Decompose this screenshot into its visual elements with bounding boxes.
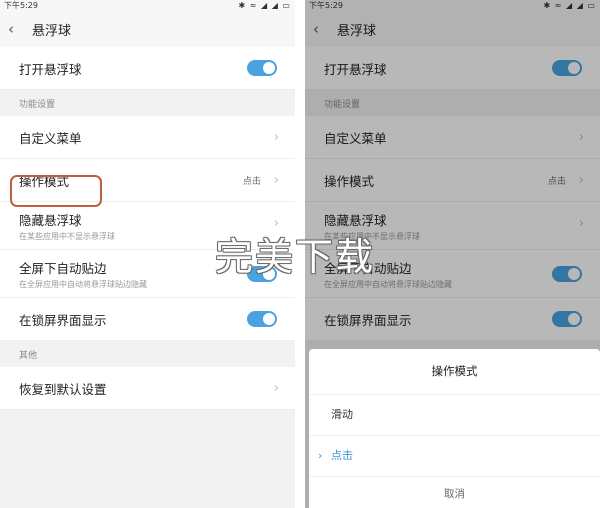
row-restore-default[interactable]: 恢复到默认设置 ›	[0, 367, 295, 410]
row-label: 打开悬浮球	[19, 61, 82, 77]
row-label: 自定义菜单	[19, 130, 82, 146]
back-arrow-icon[interactable]: ‹	[8, 20, 26, 38]
page-title: 悬浮球	[32, 23, 72, 39]
title-bar: ‹ 悬浮球	[0, 11, 295, 47]
status-time: 下午5:29	[4, 1, 38, 10]
row-sublabel: 在全屏应用中自动将悬浮球贴边隐藏	[19, 279, 147, 289]
option-label: 点击	[331, 449, 353, 462]
row-custom-menu[interactable]: 自定义菜单 ›	[0, 116, 295, 159]
toggle-open-float[interactable]	[247, 60, 277, 76]
option-slide[interactable]: 滑动	[309, 394, 600, 435]
dialog-title: 操作模式	[431, 364, 478, 378]
row-open-float[interactable]: 打开悬浮球	[0, 47, 295, 90]
row-label: 在锁屏界面显示	[19, 312, 107, 328]
chevron-right-icon: ›	[273, 380, 279, 396]
section-header-function: 功能设置	[19, 100, 56, 110]
option-label: 滑动	[331, 408, 353, 421]
group-main: 打开悬浮球	[0, 47, 295, 90]
row-label: 恢复到默认设置	[19, 381, 107, 397]
highlight-annotation	[10, 175, 102, 207]
watermark-text: 完美下载	[215, 235, 376, 279]
row-label: 隐藏悬浮球	[19, 212, 82, 228]
row-lockscreen-show[interactable]: 在锁屏界面显示	[0, 298, 295, 341]
row-sublabel: 在某些应用中不显示悬浮球	[19, 231, 115, 241]
chevron-right-icon: ›	[273, 172, 279, 188]
option-click[interactable]: › 点击	[309, 435, 600, 476]
check-icon: ›	[318, 449, 323, 462]
cancel-button[interactable]: 取消	[309, 476, 600, 508]
row-label: 全屏下自动贴边	[19, 260, 107, 276]
chevron-right-icon: ›	[273, 129, 279, 145]
operation-mode-dialog: 操作模式 滑动 › 点击 取消	[309, 349, 600, 508]
status-bar: 下午5:29 ✱ ≈ ◢ ◢ ▭	[0, 0, 295, 11]
section-header-other: 其他	[19, 351, 38, 361]
group-other: 恢复到默认设置 ›	[0, 367, 295, 410]
row-value: 点击	[242, 176, 261, 187]
toggle-lockscreen-show[interactable]	[247, 311, 277, 327]
status-icons: ✱ ≈ ◢ ◢ ▭	[238, 1, 291, 10]
